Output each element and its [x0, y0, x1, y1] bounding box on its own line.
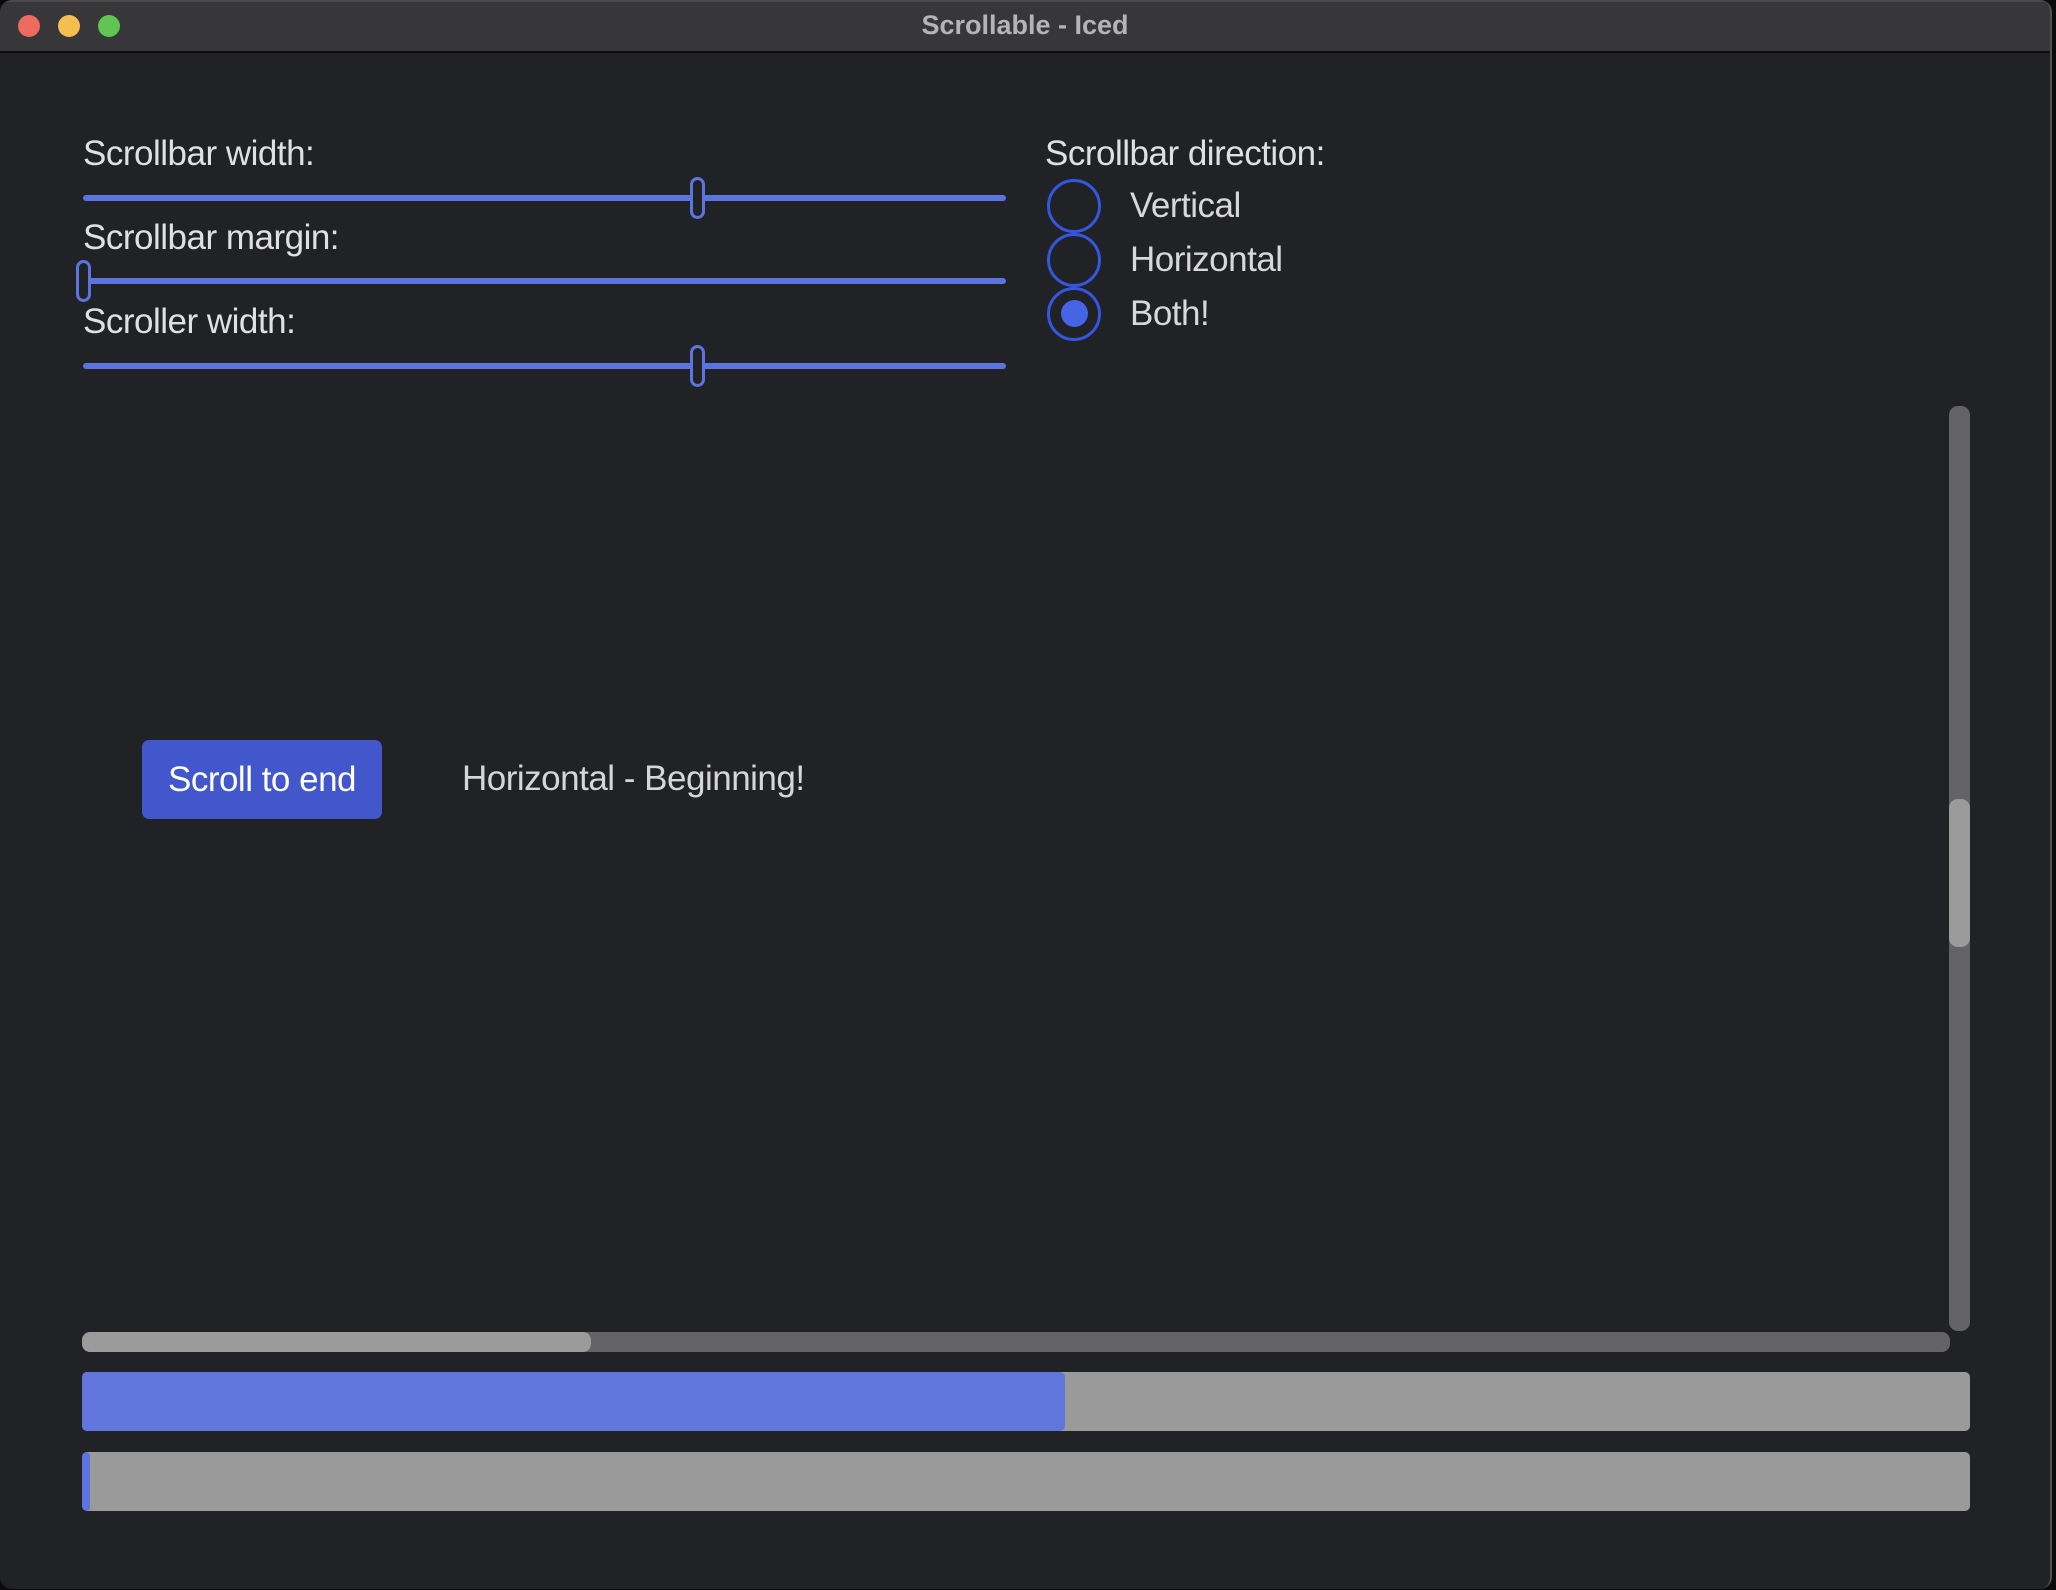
radio-option-horizontal[interactable]: Horizontal	[1047, 232, 1283, 287]
radio-option-label: Vertical	[1130, 186, 1241, 226]
scrollbar-direction-label: Scrollbar direction:	[1045, 133, 1325, 175]
radio-option-label: Horizontal	[1130, 240, 1283, 280]
scrollbar-margin-slider-handle[interactable]	[76, 260, 91, 302]
vertical-scrollbar-thumb[interactable]	[1949, 799, 1970, 947]
radio-dot	[1061, 300, 1088, 327]
titlebar[interactable]: Scrollable - Iced	[0, 0, 2050, 53]
radio-unselected-icon[interactable]	[1047, 233, 1101, 287]
scrollbar-width-slider-handle[interactable]	[690, 177, 705, 219]
radio-option-both[interactable]: Both!	[1047, 286, 1209, 341]
radio-unselected-icon[interactable]	[1047, 179, 1101, 233]
scrollbar-margin-label: Scrollbar margin:	[83, 217, 339, 259]
horizontal-scrollbar-thumb[interactable]	[82, 1332, 591, 1352]
scroller-width-label: Scroller width:	[83, 301, 295, 343]
scrollbar-width-label: Scrollbar width:	[83, 133, 314, 175]
scroller-width-slider-handle[interactable]	[690, 345, 705, 387]
scrollbar-margin-slider-track[interactable]	[83, 278, 1006, 284]
scrollbar-width-slider-track[interactable]	[83, 195, 1006, 201]
progress-bar-2	[82, 1452, 1970, 1511]
progress-bar-1-fill	[82, 1372, 1065, 1431]
progress-bar-1	[82, 1372, 1970, 1431]
window-title: Scrollable - Iced	[0, 0, 2050, 51]
progress-bar-2-fill	[82, 1452, 90, 1511]
scroller-width-slider-track[interactable]	[83, 363, 1006, 369]
scroll-to-end-button[interactable]: Scroll to end	[142, 740, 382, 819]
radio-option-label: Both!	[1130, 294, 1209, 334]
radio-selected-icon[interactable]	[1047, 287, 1101, 341]
app-window: Scrollable - Iced Scrollbar width: Scrol…	[0, 0, 2052, 1589]
scroll-status-text: Horizontal - Beginning!	[462, 758, 805, 800]
radio-option-vertical[interactable]: Vertical	[1047, 178, 1241, 233]
